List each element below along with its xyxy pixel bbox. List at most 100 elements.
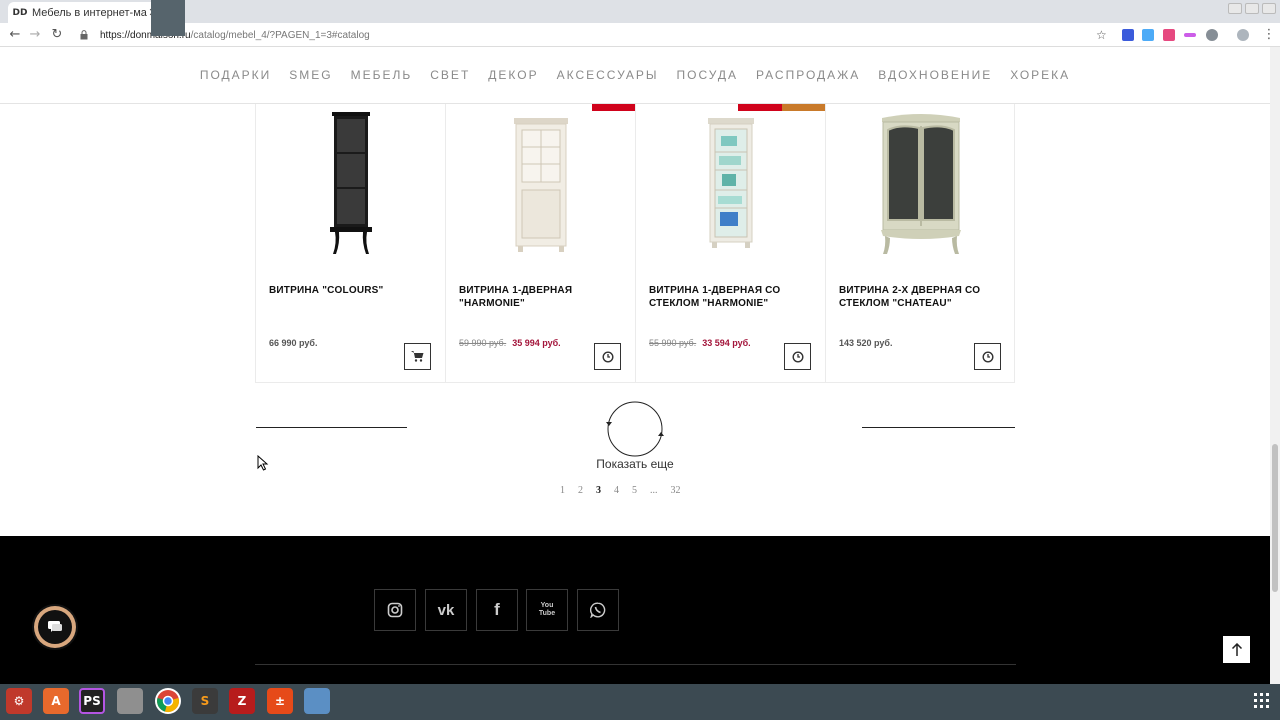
price-old: 55 990 руб. — [649, 338, 697, 348]
arrow-up-icon — [1231, 642, 1242, 656]
nav-item-light[interactable]: СВЕТ — [430, 68, 470, 82]
taskbar-filezilla-icon[interactable]: Z — [229, 688, 255, 714]
social-instagram-button[interactable] — [374, 589, 416, 631]
browser-toolbar: ← → ↻ https://donmaison.ru/catalog/mebel… — [0, 23, 1280, 47]
lock-icon — [80, 30, 96, 40]
page-link-current: 3 — [596, 485, 601, 496]
site-favicon-icon: DD — [12, 7, 28, 18]
nav-item-furniture[interactable]: МЕБЕЛЬ — [351, 68, 413, 82]
divider-left — [256, 427, 407, 428]
nav-item-decor[interactable]: ДЕКОР — [488, 68, 538, 82]
taskbar-phpstorm-icon[interactable]: PS — [79, 688, 105, 714]
product-card[interactable]: ВИТРИНА 1-ДВЕРНАЯ СО СТЕКЛОМ "HARMONIE" … — [635, 104, 826, 383]
page-link[interactable]: 1 — [560, 485, 565, 499]
price-sale: 33 594 руб. — [702, 338, 751, 348]
social-whatsapp-button[interactable] — [577, 589, 619, 631]
product-card[interactable]: ВИТРИНА 2-Х ДВЕРНАЯ СО СТЕКЛОМ "CHATEAU"… — [825, 104, 1015, 383]
price-sale: 35 994 руб. — [512, 338, 561, 348]
price-old: 59 990 руб. — [459, 338, 507, 348]
bookmark-star-icon[interactable]: ☆ — [1096, 28, 1114, 42]
youtube-icon: You Tube — [538, 602, 556, 617]
product-price: 143 520 руб. — [839, 338, 892, 348]
footer-divider — [255, 664, 1016, 665]
chrome-logo-icon — [157, 690, 179, 712]
reload-icon[interactable]: ↻ — [48, 26, 66, 44]
pagination: 1 2 3 4 5 ... 32 — [560, 485, 694, 499]
product-image-harmonie-1[interactable] — [496, 108, 586, 256]
browser-tab[interactable]: DD Мебель в интернет-мага ✕ — [8, 2, 165, 23]
whatsapp-icon — [590, 602, 606, 618]
preorder-button[interactable] — [784, 343, 811, 370]
url-path: /catalog/mebel_4/?PAGEN_1=3#catalog — [190, 29, 370, 41]
taskbar-settings-icon[interactable]: ⚙ — [6, 688, 32, 714]
nav-item-smeg[interactable]: SMEG — [289, 68, 332, 82]
page-scrollbar-thumb[interactable] — [1272, 444, 1278, 592]
nav-item-gifts[interactable]: ПОДАРКИ — [200, 68, 271, 82]
new-badge — [782, 104, 826, 111]
window-close-button[interactable] — [1262, 3, 1276, 14]
forward-icon[interactable]: → — [26, 26, 44, 44]
product-price: 59 990 руб. 35 994 руб. — [459, 338, 561, 348]
product-card[interactable]: ВИТРИНА "COLOURS" 66 990 руб. — [255, 104, 445, 383]
page-link[interactable]: 32 — [671, 485, 681, 499]
page-link[interactable]: 5 — [632, 485, 637, 499]
taskbar-screenshot-icon[interactable] — [304, 688, 330, 714]
product-card[interactable]: ВИТРИНА 1-ДВЕРНАЯ "HARMONIE" 59 990 руб.… — [445, 104, 636, 383]
product-name[interactable]: ВИТРИНА 2-Х ДВЕРНАЯ СО СТЕКЛОМ "CHATEAU" — [839, 284, 1009, 310]
product-name[interactable]: ВИТРИНА 1-ДВЕРНАЯ СО СТЕКЛОМ "HARMONIE" — [649, 284, 819, 310]
product-image-colours[interactable] — [306, 108, 396, 256]
nav-item-sale[interactable]: РАСПРОДАЖА — [756, 68, 860, 82]
scroll-to-top-button[interactable] — [1223, 636, 1250, 663]
product-image-chateau[interactable] — [876, 108, 966, 256]
taskbar-files-icon[interactable] — [117, 688, 143, 714]
clock-icon — [601, 350, 614, 363]
taskbar-software-center-icon[interactable]: A — [43, 688, 69, 714]
product-image-harmonie-glass[interactable] — [686, 108, 776, 256]
window-maximize-button[interactable] — [1245, 3, 1259, 14]
browser-menu-icon[interactable]: ⋮ — [1260, 26, 1278, 44]
window-minimize-button[interactable] — [1228, 3, 1242, 14]
social-youtube-button[interactable]: You Tube — [526, 589, 568, 631]
page-link[interactable]: 4 — [614, 485, 619, 499]
mouse-cursor-icon — [257, 455, 269, 471]
product-name[interactable]: ВИТРИНА "COLOURS" — [269, 284, 439, 297]
refresh-circle-icon[interactable] — [606, 400, 664, 458]
clock-icon — [981, 350, 994, 363]
extension-flag-icon[interactable] — [1122, 29, 1134, 41]
nav-item-inspiration[interactable]: ВДОХНОВЕНИЕ — [878, 68, 992, 82]
divider-right — [862, 427, 1015, 428]
address-bar[interactable]: https://donmaison.ru/catalog/mebel_4/?PA… — [74, 25, 1114, 45]
price-regular: 143 520 руб. — [839, 338, 893, 348]
instagram-icon — [387, 602, 403, 618]
back-icon[interactable]: ← — [6, 26, 24, 44]
taskbar-sublime-icon[interactable]: S — [192, 688, 218, 714]
taskbar-active-highlight — [151, 0, 185, 36]
site-footer — [0, 536, 1270, 684]
show-apps-grid-icon[interactable] — [1254, 693, 1270, 709]
profile-avatar-icon[interactable] — [1237, 29, 1249, 41]
add-to-cart-button[interactable] — [404, 343, 431, 370]
nav-item-horeca[interactable]: ХОРЕКА — [1010, 68, 1070, 82]
extension-globe-icon[interactable] — [1206, 29, 1218, 41]
product-price: 66 990 руб. — [269, 338, 317, 348]
facebook-icon: f — [494, 600, 500, 619]
product-name[interactable]: ВИТРИНА 1-ДВЕРНАЯ "HARMONIE" — [459, 284, 629, 310]
tab-title: Мебель в интернет-мага — [32, 6, 147, 19]
browser-tab-bar: DD Мебель в интернет-мага ✕ + — [0, 0, 1280, 23]
extension-doc-icon[interactable] — [1142, 29, 1154, 41]
taskbar-chrome-icon[interactable] — [155, 688, 181, 714]
extension-color-icon[interactable] — [1163, 29, 1175, 41]
load-more-button[interactable]: Показать еще — [585, 457, 685, 471]
sale-badge — [592, 104, 636, 111]
preorder-button[interactable] — [594, 343, 621, 370]
preorder-button[interactable] — [974, 343, 1001, 370]
site-main-nav: ПОДАРКИ SMEG МЕБЕЛЬ СВЕТ ДЕКОР АКСЕССУАР… — [0, 47, 1270, 104]
social-vk-button[interactable]: vk — [425, 589, 467, 631]
nav-item-accessories[interactable]: АКСЕССУАРЫ — [557, 68, 659, 82]
social-facebook-button[interactable]: f — [476, 589, 518, 631]
extension-wave-icon[interactable] — [1184, 33, 1196, 37]
nav-item-tableware[interactable]: ПОСУДА — [677, 68, 738, 82]
chat-widget-button[interactable] — [34, 606, 76, 648]
page-link[interactable]: 2 — [578, 485, 583, 499]
taskbar-calculator-icon[interactable]: ± — [267, 688, 293, 714]
